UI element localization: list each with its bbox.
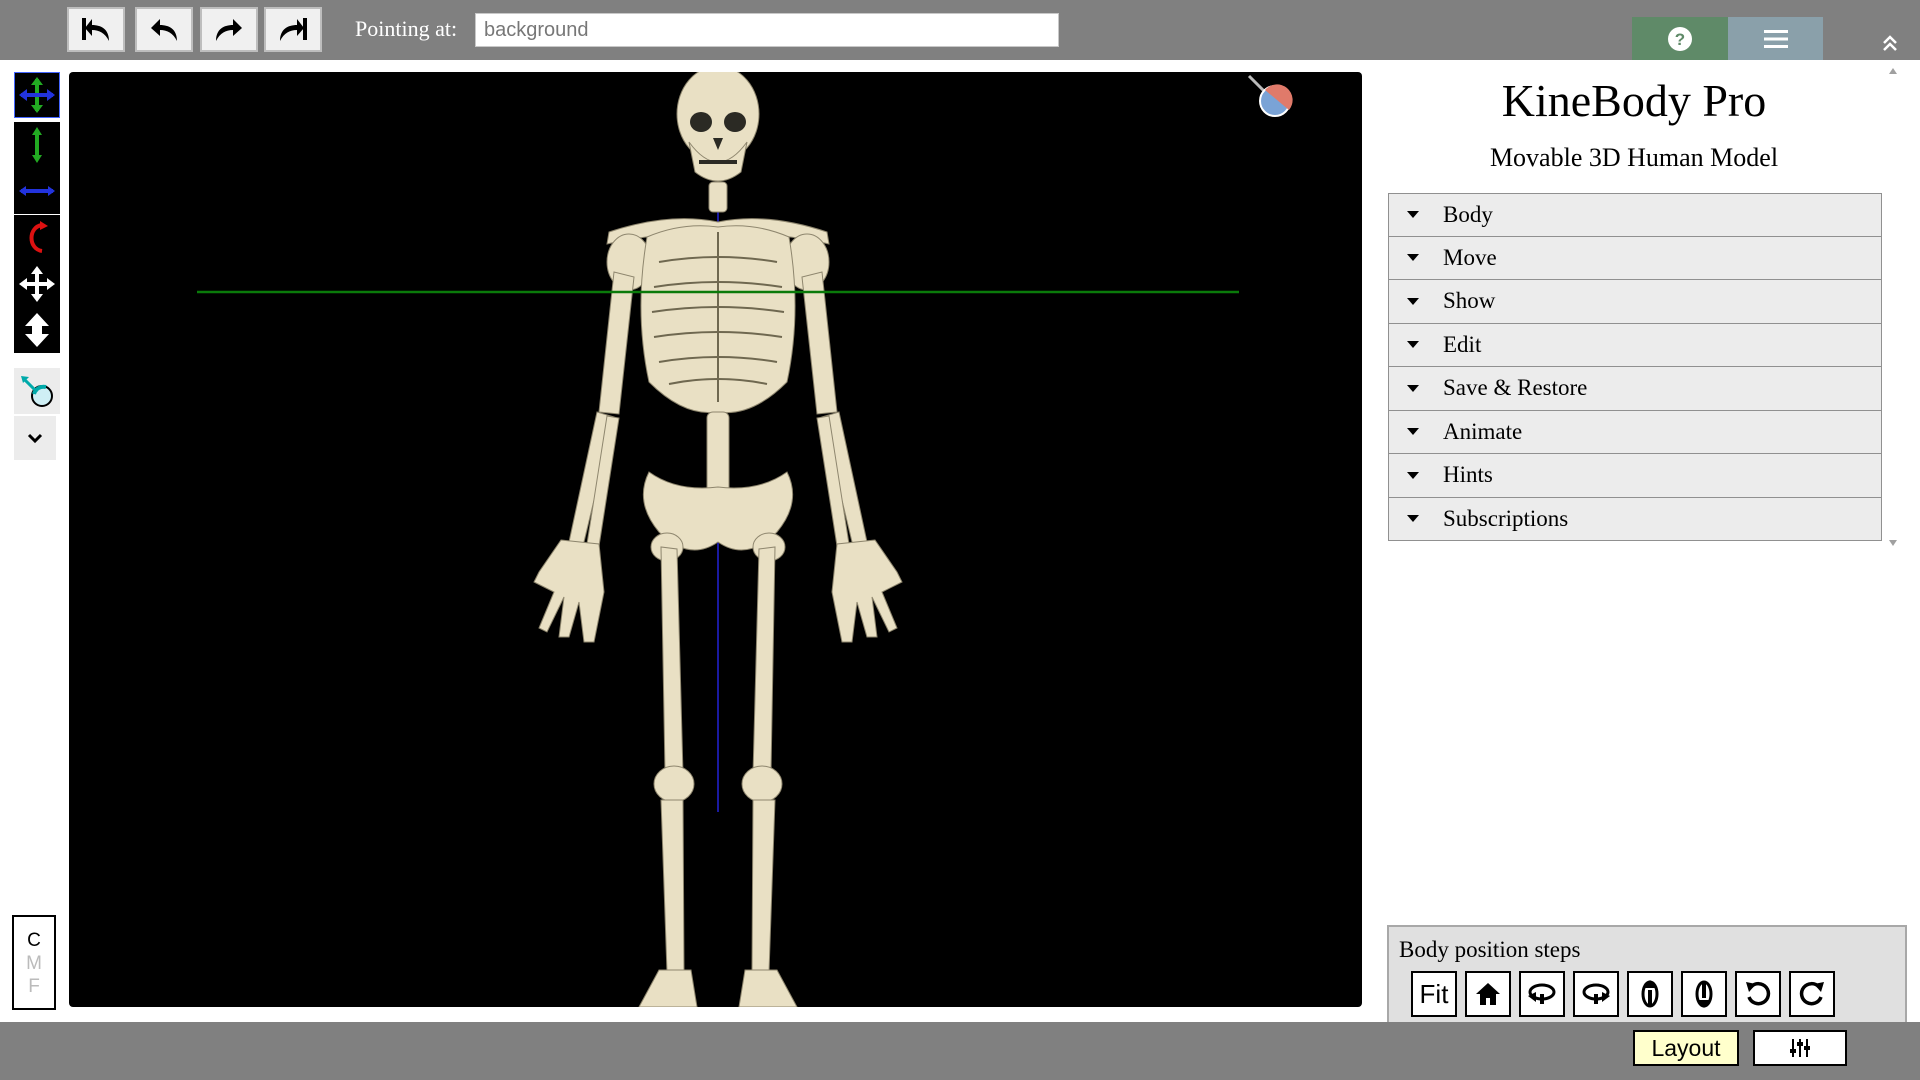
more-tools-button[interactable] bbox=[14, 416, 56, 460]
move-horizontal-icon bbox=[19, 186, 55, 196]
rotate-ccw-icon bbox=[1746, 981, 1771, 1006]
section-animate[interactable]: Animate bbox=[1388, 410, 1882, 454]
section-label: Animate bbox=[1443, 418, 1523, 444]
top-toolbar: Pointing at: ? bbox=[0, 0, 1920, 60]
rotate-cw-button[interactable] bbox=[1789, 971, 1835, 1017]
move-all-icon bbox=[19, 266, 55, 302]
collapse-toolbar-button[interactable] bbox=[1872, 30, 1908, 56]
section-label: Edit bbox=[1443, 331, 1482, 357]
cmf-c-option[interactable]: C bbox=[14, 929, 54, 952]
panel-scrollbar[interactable] bbox=[1885, 62, 1901, 552]
home-position-button[interactable] bbox=[1465, 971, 1511, 1017]
caret-down-icon bbox=[1407, 471, 1419, 479]
3d-viewport[interactable] bbox=[69, 72, 1362, 1007]
turn-right-icon bbox=[1582, 983, 1610, 1004]
move-xy-icon bbox=[19, 77, 55, 113]
section-show[interactable]: Show bbox=[1388, 280, 1882, 324]
scroll-down-icon[interactable] bbox=[1889, 540, 1897, 546]
fit-button[interactable]: Fit bbox=[1411, 971, 1457, 1017]
settings-button[interactable] bbox=[1753, 1030, 1847, 1066]
cmf-selector: C M F bbox=[12, 915, 56, 1010]
move-xy-tool[interactable] bbox=[14, 72, 60, 118]
undo-all-button[interactable] bbox=[67, 7, 125, 52]
chevron-down-icon bbox=[27, 433, 43, 444]
move-depth-tool[interactable] bbox=[14, 307, 60, 353]
caret-down-icon bbox=[1407, 428, 1419, 436]
caret-down-icon bbox=[1407, 515, 1419, 523]
section-label: Move bbox=[1443, 244, 1497, 270]
cmf-f-option[interactable]: F bbox=[14, 975, 54, 998]
bottom-bar bbox=[0, 1022, 1920, 1080]
move-all-tool[interactable] bbox=[14, 261, 60, 307]
undo-all-icon bbox=[82, 17, 109, 41]
section-hints[interactable]: Hints bbox=[1388, 454, 1882, 498]
undo-icon bbox=[151, 18, 177, 41]
section-label: Show bbox=[1443, 288, 1496, 314]
steps-label: Body position steps bbox=[1399, 937, 1581, 962]
hamburger-menu-icon bbox=[1763, 29, 1788, 48]
caret-down-icon bbox=[1407, 384, 1419, 392]
section-move[interactable]: Move bbox=[1388, 236, 1882, 280]
pointing-at-field[interactable] bbox=[475, 13, 1059, 47]
section-edit[interactable]: Edit bbox=[1388, 323, 1882, 367]
rotate-cw-icon bbox=[1799, 981, 1824, 1006]
double-chevron-up-icon bbox=[1883, 35, 1897, 51]
section-accordion: Body Move Show Edit Save & Restore Anima… bbox=[1388, 193, 1882, 541]
caret-down-icon bbox=[1407, 297, 1419, 305]
scroll-up-icon[interactable] bbox=[1889, 68, 1897, 74]
tilt-back-icon bbox=[1695, 980, 1713, 1008]
turn-left-button[interactable] bbox=[1519, 971, 1565, 1017]
turn-left-icon bbox=[1528, 983, 1556, 1004]
section-label: Subscriptions bbox=[1443, 505, 1569, 531]
redo-all-button[interactable] bbox=[264, 7, 322, 52]
move-depth-icon bbox=[25, 313, 49, 347]
main-menu-button[interactable] bbox=[1728, 17, 1823, 60]
layout-button[interactable]: Layout bbox=[1633, 1030, 1739, 1066]
section-label: Save & Restore bbox=[1443, 375, 1588, 401]
rotate-ccw-button[interactable] bbox=[1735, 971, 1781, 1017]
caret-down-icon bbox=[1407, 341, 1419, 349]
svg-text:?: ? bbox=[1675, 30, 1685, 49]
skeleton-model[interactable] bbox=[69, 72, 1362, 1007]
tilt-back-button[interactable] bbox=[1681, 971, 1727, 1017]
skeleton-bones bbox=[533, 72, 903, 1007]
viewport-pointer-icon bbox=[1247, 74, 1293, 117]
caret-down-icon bbox=[1407, 211, 1419, 219]
redo-button[interactable] bbox=[200, 7, 258, 52]
undo-button[interactable] bbox=[135, 7, 193, 52]
move-vertical-tool[interactable] bbox=[14, 122, 60, 168]
question-circle-icon: ? bbox=[1668, 26, 1692, 51]
app-subtitle: Movable 3D Human Model bbox=[1489, 143, 1779, 172]
sliders-icon bbox=[1790, 1039, 1810, 1057]
home-icon bbox=[1476, 983, 1500, 1005]
cmf-m-option[interactable]: M bbox=[14, 952, 54, 975]
tilt-forward-button[interactable] bbox=[1627, 971, 1673, 1017]
body-position-steps-panel: Body position steps Fit bbox=[1387, 925, 1907, 1025]
turn-right-button[interactable] bbox=[1573, 971, 1619, 1017]
section-subscriptions[interactable]: Subscriptions bbox=[1388, 497, 1882, 541]
move-horizontal-tool[interactable] bbox=[14, 168, 60, 214]
tilt-forward-icon bbox=[1641, 980, 1659, 1008]
redo-all-icon bbox=[280, 17, 307, 41]
help-button[interactable]: ? bbox=[1632, 17, 1728, 60]
rotate-icon bbox=[29, 221, 48, 253]
section-label: Body bbox=[1443, 201, 1493, 227]
caret-down-icon bbox=[1407, 254, 1419, 262]
section-body[interactable]: Body bbox=[1388, 193, 1882, 237]
section-label: Hints bbox=[1443, 462, 1493, 488]
move-vertical-icon bbox=[32, 127, 42, 163]
pointer-tool-icon bbox=[21, 376, 53, 407]
redo-icon bbox=[216, 18, 242, 41]
pointer-tool[interactable] bbox=[14, 368, 60, 414]
app-title: KineBody Pro bbox=[1501, 75, 1767, 126]
pointing-at-label: Pointing at: bbox=[355, 16, 458, 41]
section-save-restore[interactable]: Save & Restore bbox=[1388, 367, 1882, 411]
rotate-tool[interactable] bbox=[14, 215, 60, 261]
